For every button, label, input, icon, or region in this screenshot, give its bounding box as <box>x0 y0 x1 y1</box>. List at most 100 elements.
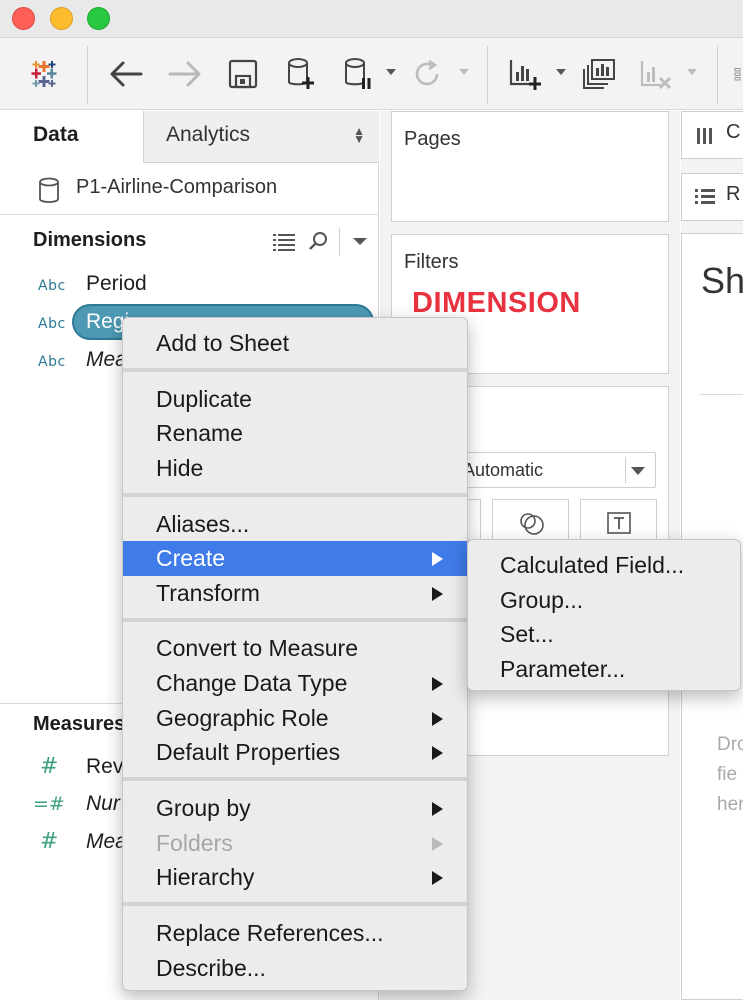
pause-updates-icon[interactable] <box>340 54 376 94</box>
submenu-arrow-icon <box>432 712 443 726</box>
tableau-logo-icon[interactable] <box>26 54 62 94</box>
menu-item-label: Default Properties <box>156 739 341 765</box>
size-mark-button[interactable] <box>492 499 569 541</box>
drop-hint-line-3: her <box>717 794 743 815</box>
pages-shelf[interactable]: Pages <box>391 111 669 222</box>
divider <box>339 228 340 256</box>
clear-sheet-icon <box>636 54 676 94</box>
dimensions-title: Dimensions <box>33 229 147 251</box>
datasource-item[interactable]: P1-Airline-Comparison <box>0 163 379 215</box>
menu-item-rename[interactable]: Rename <box>123 416 467 451</box>
refresh-icon <box>407 54 447 94</box>
search-icon[interactable] <box>307 230 333 254</box>
save-icon[interactable] <box>225 54 261 94</box>
menu-item-add-to-sheet[interactable]: Add to Sheet <box>123 326 467 361</box>
size-circles-icon <box>518 510 546 541</box>
calculated-number-icon: =# <box>33 793 65 815</box>
chevron-down-icon <box>631 467 645 475</box>
label-mark-button[interactable] <box>580 499 657 541</box>
mark-type-value: Automatic <box>463 460 544 480</box>
chevron-down-icon[interactable] <box>386 69 396 75</box>
filters-title: Filters <box>404 251 459 273</box>
field-name: Nur <box>86 792 120 815</box>
sheet-title: Sh <box>701 260 743 301</box>
menu-item-aliases[interactable]: Aliases... <box>123 507 467 542</box>
columns-shelf[interactable]: C <box>681 111 743 159</box>
dimension-field-period[interactable]: Abc Period <box>0 269 379 301</box>
view-as-list-icon[interactable] <box>271 230 301 254</box>
divider <box>700 394 743 395</box>
zoom-window-button[interactable] <box>87 7 110 30</box>
tab-analytics-label: Analytics <box>166 123 251 146</box>
string-type-icon: Abc <box>38 354 66 370</box>
drop-hint-line-1: Dro <box>717 734 743 755</box>
menu-item-geographic-role[interactable]: Geographic Role <box>123 701 467 736</box>
chevron-down-icon[interactable] <box>350 230 372 254</box>
menu-item-create[interactable]: Create <box>123 541 467 576</box>
menu-item-folders: Folders <box>123 826 467 861</box>
field-name: Period <box>86 272 147 295</box>
menu-item-label: Folders <box>156 830 233 856</box>
database-icon <box>38 177 60 210</box>
menu-item-describe[interactable]: Describe... <box>123 951 467 986</box>
submenu-arrow-icon <box>432 871 443 885</box>
datasource-label: P1-Airline-Comparison <box>76 176 278 198</box>
submenu-item-set[interactable]: Set... <box>468 617 740 652</box>
filters-drop-label: DIMENSION <box>412 287 581 319</box>
columns-label: C <box>726 121 741 143</box>
menu-item-label: Hierarchy <box>156 864 255 890</box>
create-submenu: Calculated Field... Group... Set... Para… <box>467 539 741 691</box>
back-arrow-icon[interactable] <box>106 54 146 94</box>
menu-item-change-data-type[interactable]: Change Data Type <box>123 666 467 701</box>
menu-item-label: Transform <box>156 580 260 606</box>
menu-item-duplicate[interactable]: Duplicate <box>123 382 467 417</box>
submenu-arrow-icon <box>432 552 443 566</box>
menu-item-label: Create <box>156 545 226 571</box>
columns-icon <box>696 126 714 151</box>
window-title-bar <box>0 0 743 38</box>
menu-item-replace-references[interactable]: Replace References... <box>123 916 467 951</box>
duplicate-sheet-icon[interactable] <box>580 54 620 94</box>
menu-item-group-by[interactable]: Group by <box>123 791 467 826</box>
submenu-item-calculated-field[interactable]: Calculated Field... <box>468 548 740 583</box>
submenu-item-parameter[interactable]: Parameter... <box>468 652 740 687</box>
new-worksheet-icon[interactable] <box>505 54 545 94</box>
minimize-window-button[interactable] <box>50 7 73 30</box>
number-type-icon: # <box>40 829 59 854</box>
more-toolbar-icon[interactable] <box>732 54 743 94</box>
mark-type-dropdown[interactable]: Automatic <box>456 452 656 488</box>
field-name: Mea <box>86 348 127 371</box>
tab-data[interactable]: Data <box>0 111 143 163</box>
rows-label: R <box>726 183 741 205</box>
toolbar <box>0 38 743 110</box>
rows-icon <box>694 188 716 211</box>
submenu-arrow-icon <box>432 802 443 816</box>
rows-shelf[interactable]: R <box>681 173 743 221</box>
menu-item-label: Change Data Type <box>156 670 348 696</box>
drop-hint-line-2: fie <box>717 764 738 785</box>
submenu-arrow-icon <box>432 746 443 760</box>
submenu-arrow-icon <box>432 837 443 851</box>
pages-title: Pages <box>404 128 461 150</box>
menu-item-label: Group by <box>156 795 251 821</box>
submenu-arrow-icon <box>432 677 443 691</box>
submenu-item-group[interactable]: Group... <box>468 583 740 618</box>
menu-item-convert-to-measure[interactable]: Convert to Measure <box>123 631 467 666</box>
menu-item-hierarchy[interactable]: Hierarchy <box>123 860 467 895</box>
menu-item-transform[interactable]: Transform <box>123 576 467 611</box>
number-type-icon: # <box>40 754 59 779</box>
chevron-down-icon <box>459 69 469 75</box>
submenu-arrow-icon <box>432 587 443 601</box>
forward-arrow-icon <box>165 54 205 94</box>
menu-item-default-properties[interactable]: Default Properties <box>123 735 467 770</box>
tab-analytics[interactable]: Analytics ▲ ▼ <box>143 111 379 163</box>
close-window-button[interactable] <box>12 7 35 30</box>
new-datasource-icon[interactable] <box>283 54 319 94</box>
chevron-down-icon[interactable] <box>556 69 566 75</box>
text-label-icon <box>607 512 631 539</box>
menu-item-hide[interactable]: Hide <box>123 451 467 486</box>
field-name: Mea <box>86 830 127 853</box>
measures-title: Measures <box>33 713 126 735</box>
field-context-menu: Add to Sheet Duplicate Rename Hide Alias… <box>122 317 468 991</box>
up-down-arrows-icon: ▲ ▼ <box>353 124 365 146</box>
